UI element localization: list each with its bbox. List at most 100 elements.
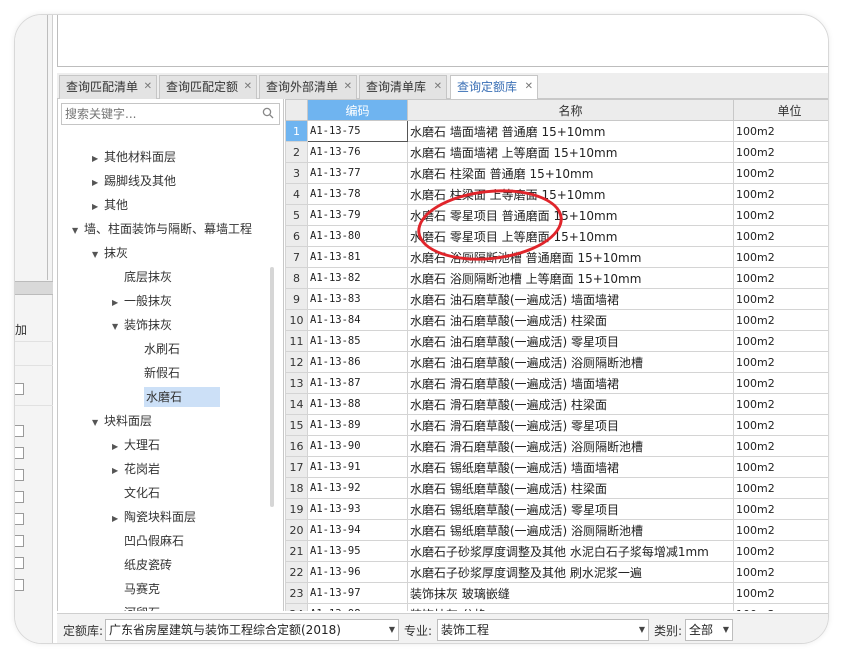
- row-name[interactable]: 水磨石 滑石磨草酸(一遍成活) 零星项目: [407, 414, 734, 436]
- row-code[interactable]: A1-13-86: [307, 351, 408, 373]
- search-icon[interactable]: [262, 107, 274, 119]
- row-index[interactable]: 14: [285, 393, 308, 415]
- row-name[interactable]: 水磨石 油石磨草酸(一遍成活) 墙面墙裙: [407, 288, 734, 310]
- tree-node[interactable]: 水磨石: [144, 387, 221, 407]
- row-code[interactable]: A1-13-83: [307, 288, 408, 310]
- row-unit[interactable]: 100m2: [733, 309, 828, 331]
- left-checkbox[interactable]: [15, 447, 24, 459]
- row-index[interactable]: 1: [285, 120, 308, 142]
- collapse-arrow-icon[interactable]: ▶: [92, 197, 104, 217]
- tree-node[interactable]: 马赛克: [124, 579, 160, 599]
- row-name[interactable]: 水磨石子砂浆厚度调整及其他 水泥白石子浆每增减1mm: [407, 540, 734, 562]
- row-name[interactable]: 水磨石 浴厕隔断池槽 普通磨面 15+10mm: [407, 246, 734, 268]
- table-row[interactable]: 22 A1-13-96 水磨石子砂浆厚度调整及其他 刷水泥浆一遍 100m2: [285, 561, 828, 583]
- tree-scrollbar[interactable]: [270, 267, 274, 507]
- row-name[interactable]: 水磨石 柱梁面 普通磨 15+10mm: [407, 162, 734, 184]
- row-name[interactable]: 水磨石 浴厕隔断池槽 上等磨面 15+10mm: [407, 267, 734, 289]
- tree-node[interactable]: ▶ 一般抹灰: [112, 291, 172, 311]
- table-row[interactable]: 5 A1-13-79 水磨石 零星项目 普通磨面 15+10mm 100m2: [285, 204, 828, 226]
- row-unit[interactable]: 100m2: [733, 456, 828, 478]
- close-icon[interactable]: ✕: [244, 76, 252, 98]
- row-code[interactable]: A1-13-79: [307, 204, 408, 226]
- table-row[interactable]: 8 A1-13-82 水磨石 浴厕隔断池槽 上等磨面 15+10mm 100m2: [285, 267, 828, 289]
- tree-node[interactable]: ▶ 踢脚线及其他: [92, 171, 176, 191]
- table-row[interactable]: 14 A1-13-88 水磨石 滑石磨草酸(一遍成活) 柱梁面 100m2: [285, 393, 828, 415]
- expand-arrow-icon[interactable]: ▼: [92, 413, 104, 433]
- left-checkbox[interactable]: [15, 557, 24, 569]
- category-select[interactable]: 全部 ▼: [685, 619, 733, 641]
- tab-quota-library[interactable]: 查询定额库 ✕: [450, 75, 538, 100]
- left-checkbox[interactable]: [15, 491, 24, 503]
- row-code[interactable]: A1-13-96: [307, 561, 408, 583]
- tree-node[interactable]: 河卵石: [124, 603, 160, 611]
- row-index[interactable]: 12: [285, 351, 308, 373]
- row-code[interactable]: A1-13-84: [307, 309, 408, 331]
- tree-node[interactable]: ▼ 块料面层: [92, 411, 152, 431]
- table-row[interactable]: 2 A1-13-76 水磨石 墙面墙裙 上等磨面 15+10mm 100m2: [285, 141, 828, 163]
- row-name[interactable]: 装饰抹灰 玻璃嵌缝: [407, 582, 734, 604]
- expand-arrow-icon[interactable]: ▼: [72, 221, 84, 241]
- row-name[interactable]: 水磨石 零星项目 普通磨面 15+10mm: [407, 204, 734, 226]
- row-code[interactable]: A1-13-76: [307, 141, 408, 163]
- tree-node[interactable]: ▶ 其他: [92, 195, 128, 215]
- left-checkbox[interactable]: [15, 535, 24, 547]
- left-checkbox[interactable]: [15, 383, 24, 395]
- tree-node[interactable]: ▶ 其他材料面层: [92, 147, 176, 167]
- row-name[interactable]: 水磨石子砂浆厚度调整及其他 刷水泥浆一遍: [407, 561, 734, 583]
- row-unit[interactable]: 100m2: [733, 288, 828, 310]
- row-index[interactable]: 16: [285, 435, 308, 457]
- tab-match-list[interactable]: 查询匹配清单 ✕: [59, 75, 157, 99]
- table-row[interactable]: 24A1-13-98装饰抹灰 分格100m2: [285, 603, 828, 611]
- major-select[interactable]: 装饰工程 ▼: [437, 619, 649, 641]
- row-code[interactable]: A1-13-78: [307, 183, 408, 205]
- table-row[interactable]: 16 A1-13-90 水磨石 滑石磨草酸(一遍成活) 浴厕隔断池槽 100m2: [285, 435, 828, 457]
- row-index[interactable]: 2: [285, 141, 308, 163]
- table-row[interactable]: 3 A1-13-77 水磨石 柱梁面 普通磨 15+10mm 100m2: [285, 162, 828, 184]
- collapse-arrow-icon[interactable]: ▶: [112, 461, 124, 481]
- row-index[interactable]: 19: [285, 498, 308, 520]
- table-row[interactable]: 19 A1-13-93 水磨石 锡纸磨草酸(一遍成活) 零星项目 100m2: [285, 498, 828, 520]
- tree-node[interactable]: ▶ 花岗岩: [112, 459, 160, 479]
- table-row[interactable]: 10 A1-13-84 水磨石 油石磨草酸(一遍成活) 柱梁面 100m2: [285, 309, 828, 331]
- row-index[interactable]: 8: [285, 267, 308, 289]
- row-unit[interactable]: 100m2: [733, 372, 828, 394]
- row-name[interactable]: 水磨石 零星项目 上等磨面 15+10mm: [407, 225, 734, 247]
- table-row[interactable]: 1 A1-13-75 水磨石 墙面墙裙 普通磨 15+10mm 100m2: [285, 120, 828, 142]
- row-unit[interactable]: 100m2: [733, 414, 828, 436]
- row-code[interactable]: A1-13-88: [307, 393, 408, 415]
- table-row[interactable]: 18 A1-13-92 水磨石 锡纸磨草酸(一遍成活) 柱梁面 100m2: [285, 477, 828, 499]
- row-unit[interactable]: 100m2: [733, 519, 828, 541]
- row-index[interactable]: 21: [285, 540, 308, 562]
- close-icon[interactable]: ✕: [434, 76, 442, 98]
- unit-column-header[interactable]: 单位: [733, 99, 828, 121]
- expand-arrow-icon[interactable]: ▼: [112, 317, 124, 337]
- row-code[interactable]: A1-13-94: [307, 519, 408, 541]
- row-code[interactable]: A1-13-97: [307, 582, 408, 604]
- row-index[interactable]: 7: [285, 246, 308, 268]
- row-name[interactable]: 水磨石 油石磨草酸(一遍成活) 柱梁面: [407, 309, 734, 331]
- row-code[interactable]: A1-13-82: [307, 267, 408, 289]
- search-input[interactable]: [62, 104, 252, 124]
- row-code[interactable]: A1-13-75: [307, 120, 408, 142]
- row-index[interactable]: 20: [285, 519, 308, 541]
- tree-node[interactable]: 凹凸假麻石: [124, 531, 184, 551]
- quota-library-select[interactable]: 广东省房屋建筑与装饰工程综合定额(2018) ▼: [105, 619, 399, 641]
- row-name[interactable]: 水磨石 油石磨草酸(一遍成活) 浴厕隔断池槽: [407, 351, 734, 373]
- row-unit[interactable]: 100m2: [733, 267, 828, 289]
- row-index[interactable]: 11: [285, 330, 308, 352]
- collapse-arrow-icon[interactable]: ▶: [112, 293, 124, 313]
- row-index[interactable]: 15: [285, 414, 308, 436]
- tree-node[interactable]: ▶ 大理石: [112, 435, 160, 455]
- row-unit[interactable]: 100m2: [733, 204, 828, 226]
- row-index[interactable]: 3: [285, 162, 308, 184]
- row-unit[interactable]: 100m2: [733, 540, 828, 562]
- row-code[interactable]: A1-13-81: [307, 246, 408, 268]
- row-unit[interactable]: 100m2: [733, 393, 828, 415]
- row-name[interactable]: 水磨石 墙面墙裙 上等磨面 15+10mm: [407, 141, 734, 163]
- expand-arrow-icon[interactable]: ▼: [92, 245, 104, 265]
- table-row[interactable]: 4 A1-13-78 水磨石 柱梁面 上等磨面 15+10mm 100m2: [285, 183, 828, 205]
- row-index[interactable]: 13: [285, 372, 308, 394]
- row-unit[interactable]: 100m2: [733, 477, 828, 499]
- row-name[interactable]: 水磨石 滑石磨草酸(一遍成活) 浴厕隔断池槽: [407, 435, 734, 457]
- table-row[interactable]: 15 A1-13-89 水磨石 滑石磨草酸(一遍成活) 零星项目 100m2: [285, 414, 828, 436]
